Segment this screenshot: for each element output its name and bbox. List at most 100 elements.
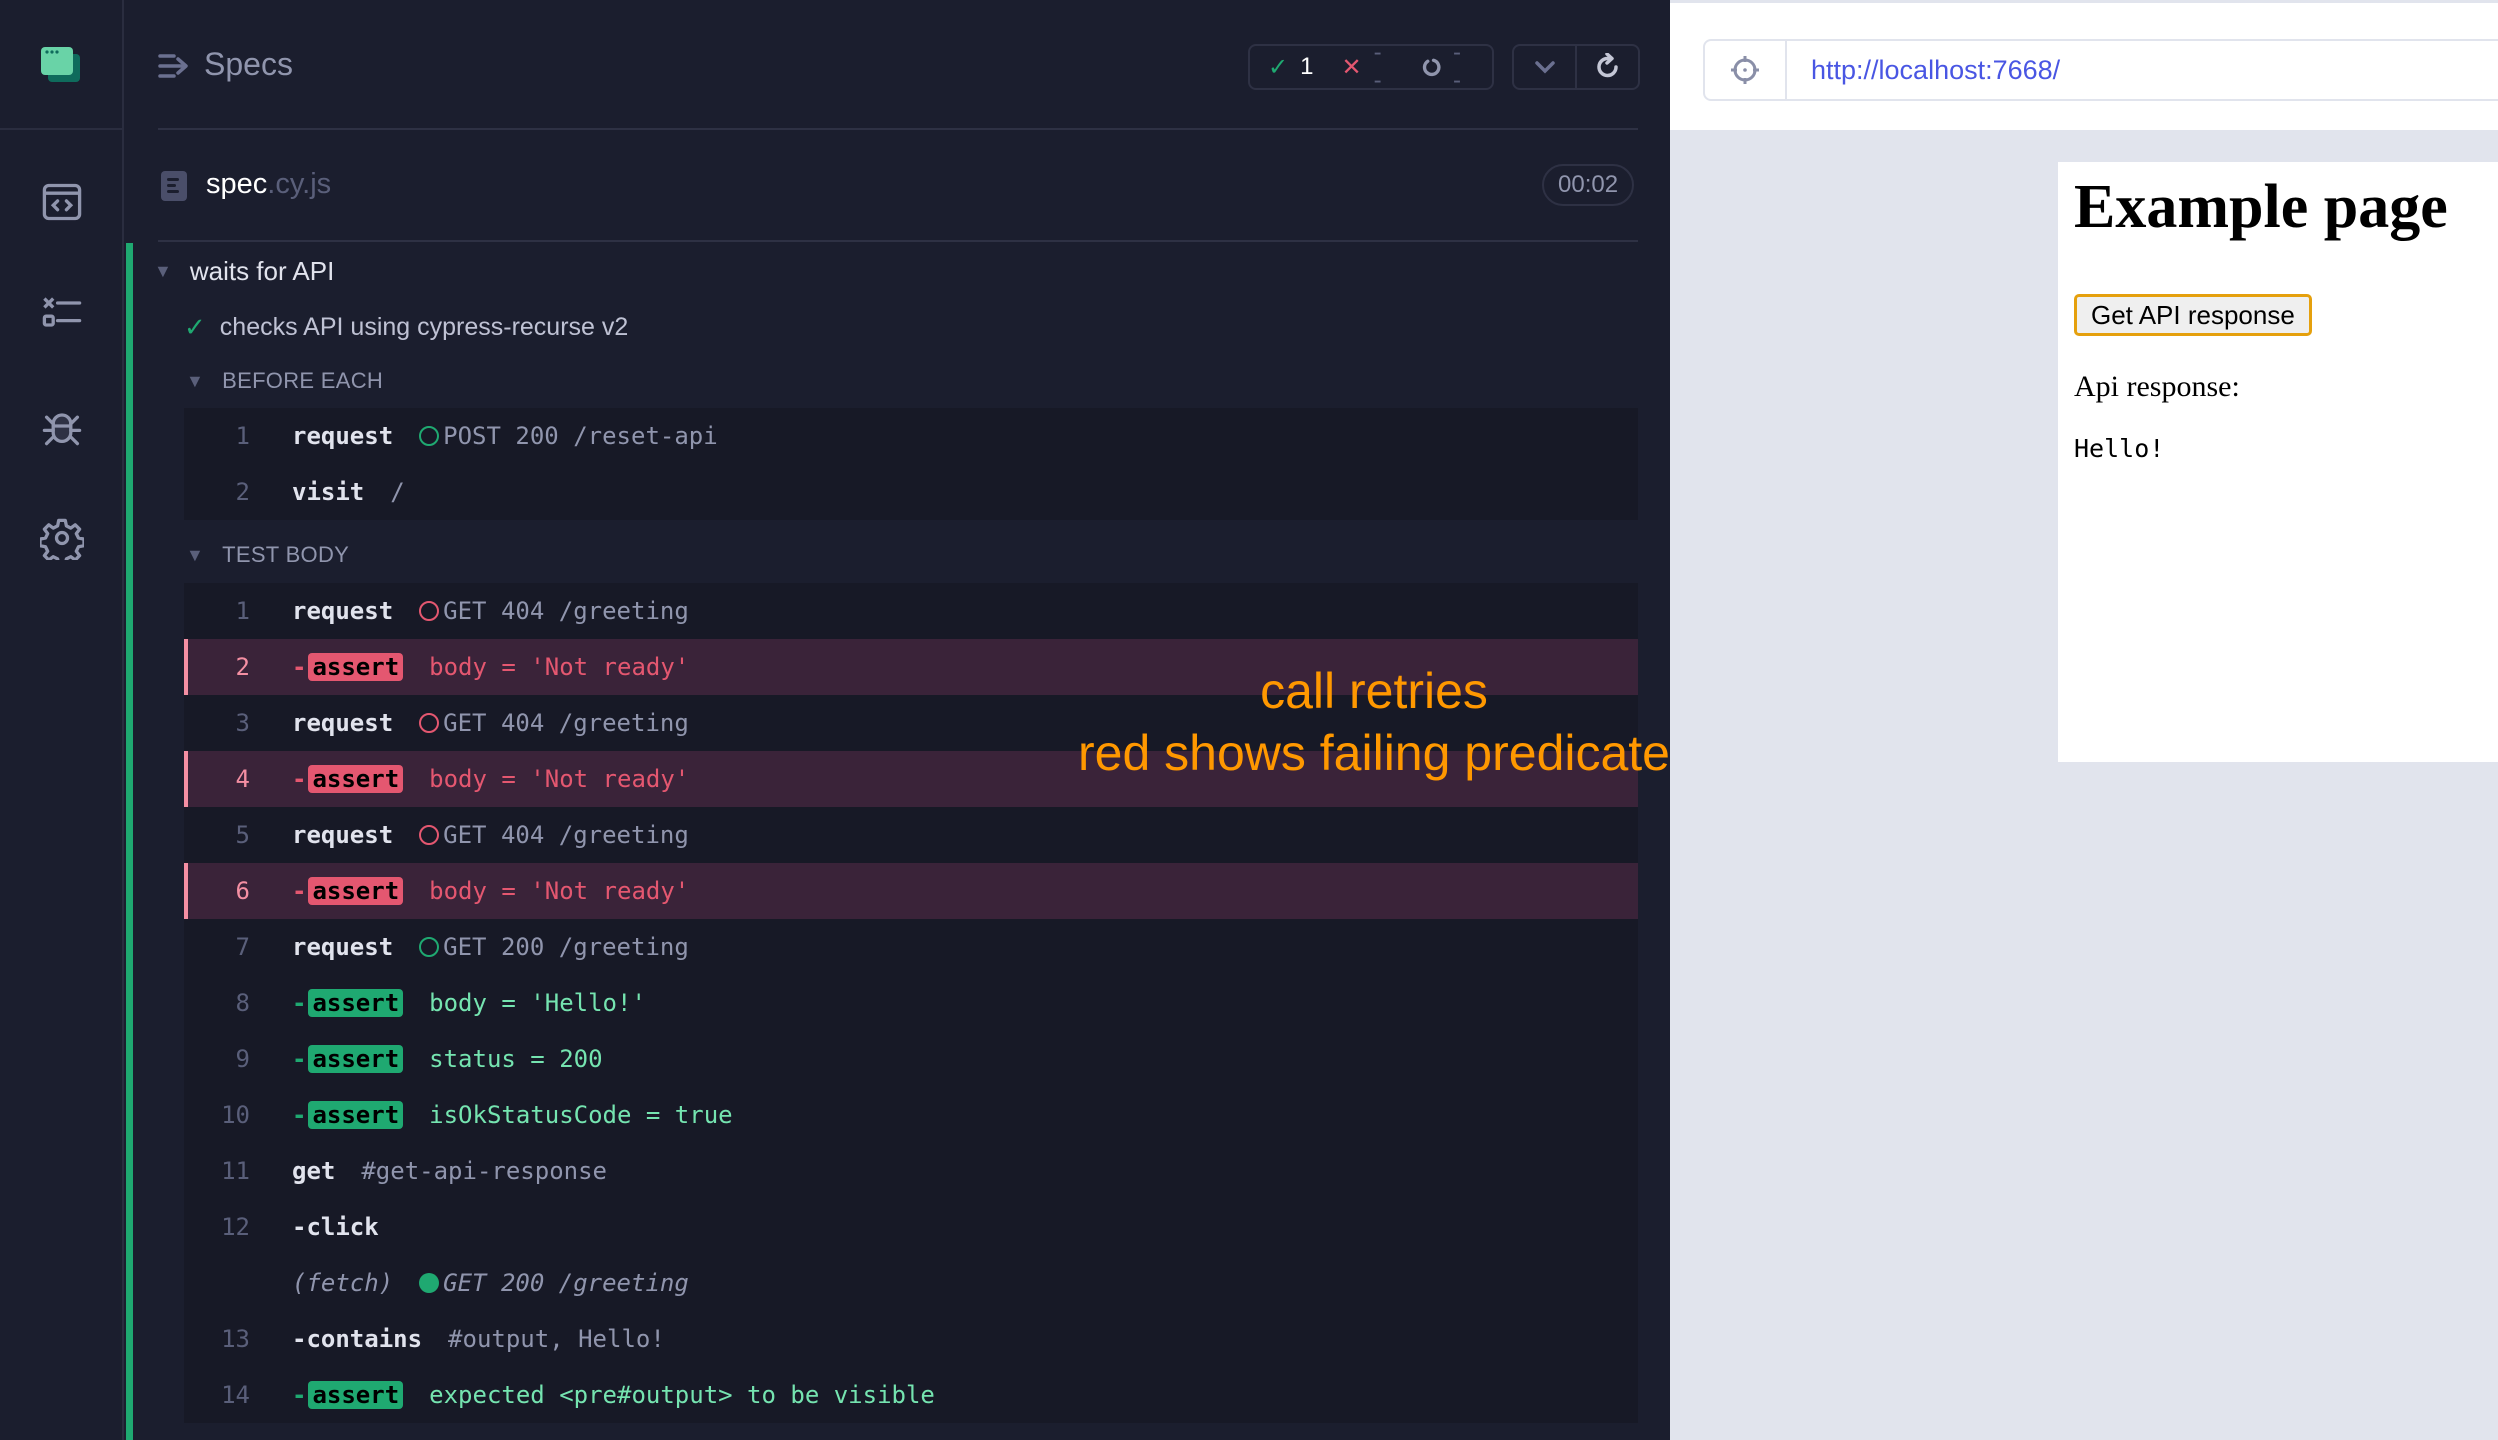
command-name: -contains [292,1325,422,1353]
sidebar-item-specs[interactable] [38,178,86,226]
command-row[interactable]: 2 - assert body = 'Not ready' [184,639,1638,695]
command-row[interactable]: 7 request GET 200 /greeting [184,919,1638,975]
rerun-button[interactable] [1575,46,1638,88]
aut-header: http://localhost:7668/ [1670,0,2498,130]
command-row[interactable]: 2 visit / [184,464,1638,520]
pending-ring-icon [1422,58,1441,77]
command-message-text: body = 'Not ready' [429,765,690,793]
hook-before-each[interactable]: ▼ BEFORE EACH [186,368,383,394]
assert-badge: assert [308,1045,404,1073]
command-row[interactable]: 5 request GET 404 /greeting [184,807,1638,863]
command-message-text: GET 404 /greeting [443,597,689,625]
collapse-all-button[interactable] [1514,46,1575,88]
command-message-text: body = 'Hello!' [429,989,646,1017]
command-message-text: GET 200 /greeting [443,1269,689,1297]
logo-area [0,0,122,130]
sidebar-item-runs[interactable] [38,290,86,338]
request-success-ring-icon [419,937,440,957]
request-success-ring-icon [419,1273,440,1293]
command-list-before-each: 1 request POST 200 /reset-api 2 visit / [184,408,1638,520]
selector-playground-button[interactable] [1705,41,1787,99]
sidebar [0,0,124,1440]
run-controls [1512,44,1640,90]
specs-title[interactable]: Specs [204,46,293,83]
url-text[interactable]: http://localhost:7668/ [1811,55,2060,86]
command-message-text: expected <pre#output> to be visible [429,1381,935,1409]
test-list-icon [42,297,82,327]
sidebar-item-settings[interactable] [38,514,86,562]
command-message-text: GET 404 /greeting [443,821,689,849]
command-row[interactable]: 13 -contains #output, Hello! [184,1311,1638,1367]
command-message: GET 404 /greeting [419,821,689,849]
command-name: - assert [292,1101,404,1129]
command-row[interactable]: 3 request GET 404 /greeting [184,695,1638,751]
command-number: 9 [235,1045,250,1073]
command-name: (fetch) [292,1269,393,1297]
command-row[interactable]: 6 - assert body = 'Not ready' [184,863,1638,919]
command-number: 1 [235,422,250,450]
command-message-text: #output, Hello! [448,1325,665,1353]
command-row[interactable]: 10 - assert isOkStatusCode = true [184,1087,1638,1143]
chevron-down-icon [1534,61,1555,74]
crosshair-icon [1731,56,1759,84]
command-name: - assert [292,877,404,905]
command-row[interactable]: 8 - assert body = 'Hello!' [184,975,1638,1031]
command-message: #get-api-response [361,1157,607,1185]
document-icon [161,171,187,201]
command-message: expected <pre#output> to be visible [429,1381,935,1409]
command-label: request [292,933,394,961]
command-row[interactable]: 1 request POST 200 /reset-api [184,408,1638,464]
command-message-text: / [390,478,405,506]
pending-stat: -- [1422,39,1474,95]
child-indicator: - [292,1045,307,1073]
chevron-down-icon: ▼ [186,370,205,391]
chevron-down-icon: ▼ [186,544,205,565]
command-message-text: GET 404 /greeting [443,709,689,737]
command-list-test-body: 1 request GET 404 /greeting 2- assert body = … [184,583,1638,1423]
command-label: get [292,1157,336,1185]
assert-badge: assert [308,1101,404,1129]
get-api-response-button[interactable]: Get API response [2074,294,2312,336]
command-message-text: GET 200 /greeting [443,933,689,961]
failed-stat: ✕ -- [1341,39,1393,95]
request-failed-ring-icon [419,825,440,845]
command-name: request [292,933,393,961]
browser-code-icon [42,183,82,221]
assert-badge: assert [308,1381,404,1409]
command-label: visit [292,478,365,506]
command-row[interactable]: (fetch) GET 200 /greeting [184,1255,1638,1311]
command-row[interactable]: 1 request GET 404 /greeting [184,583,1638,639]
specs-list-arrow-icon[interactable] [158,52,190,80]
command-message: #output, Hello! [448,1325,665,1353]
test-header[interactable]: ✓ checks API using cypress-recurse v2 [184,312,628,343]
check-icon: ✓ [1268,53,1289,81]
cypress-app-logo-icon [41,47,80,82]
command-number: 12 [221,1213,250,1241]
command-message: isOkStatusCode = true [429,1101,732,1129]
hook-test-body[interactable]: ▼ TEST BODY [186,542,349,568]
api-response-label: Api response: [2074,370,2240,403]
suite-header[interactable]: ▼ waits for API [154,256,334,287]
spec-file-name: spec.cy.js [206,168,331,201]
spec-duration: 00:02 [1542,164,1635,206]
command-name: request [292,422,393,450]
command-row[interactable]: 11 get #get-api-response [184,1143,1638,1199]
command-row[interactable]: 9 - assert status = 200 [184,1031,1638,1087]
sidebar-item-debug[interactable] [38,402,86,450]
command-row[interactable]: 4 - assert body = 'Not ready' [184,751,1638,807]
command-row[interactable]: 12 -click [184,1199,1638,1255]
hook-title: TEST BODY [222,542,350,567]
spec-extension: .cy.js [267,168,332,200]
request-success-ring-icon [419,426,440,446]
command-number: 10 [221,1101,250,1129]
command-name: request [292,709,393,737]
command-name: request [292,597,393,625]
api-output: Hello! [2074,434,2165,463]
command-message: body = 'Not ready' [429,877,689,905]
command-name: get [292,1157,335,1185]
test-title: checks API using cypress-recurse v2 [219,313,629,341]
assert-badge: assert [308,989,404,1017]
command-row[interactable]: 14 - assert expected <pre#output> to be vis… [184,1367,1638,1423]
command-label: request [292,821,394,849]
command-message: GET 200 /greeting [419,933,689,961]
